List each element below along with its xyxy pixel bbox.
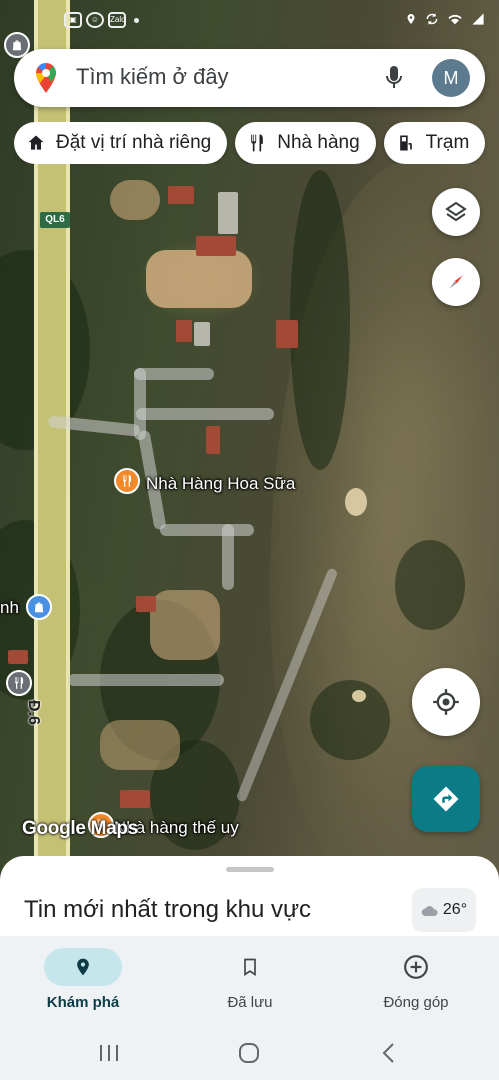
restaurant-icon	[122, 475, 132, 487]
sheet-title: Tin mới nhất trong khu vực	[24, 896, 312, 923]
chip-gas-station[interactable]: Trạm	[383, 122, 486, 164]
building	[8, 650, 28, 664]
restaurant-icon	[14, 677, 24, 689]
status-bar: ▣ ☺ Zalo	[0, 0, 499, 40]
gas-station-icon	[399, 135, 412, 151]
road-label-ql6: QL6	[40, 212, 70, 228]
my-location-button[interactable]	[412, 668, 480, 736]
nav-explore-label: Khám phá	[46, 994, 120, 1011]
sand-field	[100, 720, 180, 770]
category-chips: Đặt vị trí nhà riêng Nhà hàng Trạm	[14, 122, 499, 164]
building	[168, 186, 194, 204]
location-icon	[405, 12, 417, 29]
google-maps-logo: Google Maps	[22, 818, 138, 839]
building	[120, 790, 150, 808]
weather-chip[interactable]: 26°	[412, 888, 476, 932]
signal-icon	[471, 12, 485, 29]
gallery-icon: ▣	[64, 12, 82, 28]
recent-apps-icon	[100, 1045, 118, 1061]
microphone-icon[interactable]	[382, 63, 406, 93]
layers-icon	[445, 201, 467, 222]
status-icons-right	[405, 12, 485, 29]
place-label-hoa-sua[interactable]: Nhà Hàng Hoa Sữa	[146, 474, 295, 494]
crosshair-icon	[433, 689, 459, 715]
local-road	[134, 368, 214, 380]
nav-contribute-pill	[377, 948, 455, 986]
back-button[interactable]	[374, 1040, 404, 1066]
tree-cluster	[310, 680, 390, 760]
local-road	[68, 674, 224, 686]
place-label-partial[interactable]: nh	[0, 598, 19, 618]
bottom-sheet[interactable]: Tin mới nhất trong khu vực 26°	[0, 856, 499, 946]
status-icons-left: ▣ ☺ Zalo	[64, 12, 139, 28]
building	[206, 426, 220, 454]
sand-field	[146, 250, 252, 308]
system-navigation-bar	[0, 1026, 499, 1080]
chip-restaurants[interactable]: Nhà hàng	[235, 122, 376, 164]
nav-saved-pill	[211, 948, 289, 986]
directions-icon	[433, 786, 459, 812]
sand-field	[110, 180, 160, 220]
smiley-icon: ☺	[86, 12, 104, 28]
local-road	[160, 524, 254, 536]
nav-explore[interactable]: Khám phá	[13, 948, 153, 1018]
restaurant-pin[interactable]	[114, 468, 140, 494]
building	[276, 320, 298, 348]
directions-button[interactable]	[412, 766, 480, 832]
shopping-bag-icon	[34, 602, 44, 613]
building	[194, 322, 210, 346]
restaurant-icon	[251, 134, 264, 152]
building	[176, 320, 192, 342]
building	[136, 596, 156, 612]
google-maps-pin-icon	[36, 63, 56, 93]
sand-field	[150, 590, 220, 660]
sand-bunker	[345, 488, 367, 516]
chip-home[interactable]: Đặt vị trí nhà riêng	[14, 122, 228, 164]
compass-button[interactable]	[432, 258, 480, 306]
sheet-drag-handle[interactable]	[226, 867, 274, 872]
notification-dot-icon	[134, 18, 139, 23]
account-avatar[interactable]: M	[432, 59, 470, 97]
bookmark-icon	[244, 958, 256, 977]
sync-icon	[425, 12, 439, 29]
tree-cluster	[290, 170, 350, 470]
local-road	[222, 524, 234, 590]
layers-button[interactable]	[432, 188, 480, 236]
explore-pin-icon	[77, 958, 89, 976]
compass-icon	[449, 275, 463, 289]
shopping-bag-icon	[12, 40, 22, 51]
bottom-navigation: Khám phá Đã lưu Đóng góp	[0, 936, 499, 1026]
nav-saved[interactable]: Đã lưu	[180, 948, 320, 1018]
nav-saved-label: Đã lưu	[227, 994, 273, 1011]
building	[218, 192, 238, 234]
home-button[interactable]	[234, 1040, 264, 1066]
nav-contribute[interactable]: Đóng góp	[346, 948, 486, 1018]
chip-home-label: Đặt vị trí nhà riêng	[56, 132, 212, 153]
local-road	[136, 408, 274, 420]
search-bar[interactable]: Tìm kiếm ở đây M	[14, 49, 485, 107]
home-icon	[28, 135, 44, 150]
tree-cluster	[395, 540, 465, 630]
wifi-icon	[447, 12, 463, 29]
chip-gas-station-label: Trạm	[425, 132, 470, 153]
nav-explore-pill	[44, 948, 122, 986]
zalo-icon: Zalo	[108, 12, 126, 28]
road-name-label: Đ.6	[25, 700, 42, 725]
nav-contribute-label: Đóng góp	[383, 994, 449, 1011]
back-arrow-icon	[382, 1043, 394, 1063]
add-circle-icon	[404, 955, 428, 979]
restaurant-pin-grey[interactable]	[6, 670, 32, 696]
shopping-pin[interactable]	[26, 594, 52, 620]
recent-apps-button[interactable]	[94, 1040, 124, 1066]
chip-restaurants-label: Nhà hàng	[277, 132, 360, 153]
temperature-text: 26°	[442, 901, 468, 918]
search-input[interactable]: Tìm kiếm ở đây	[76, 64, 229, 90]
building	[196, 236, 236, 256]
sand-bunker	[352, 690, 366, 702]
cloud-icon	[421, 906, 438, 916]
home-circle-icon	[239, 1043, 259, 1063]
